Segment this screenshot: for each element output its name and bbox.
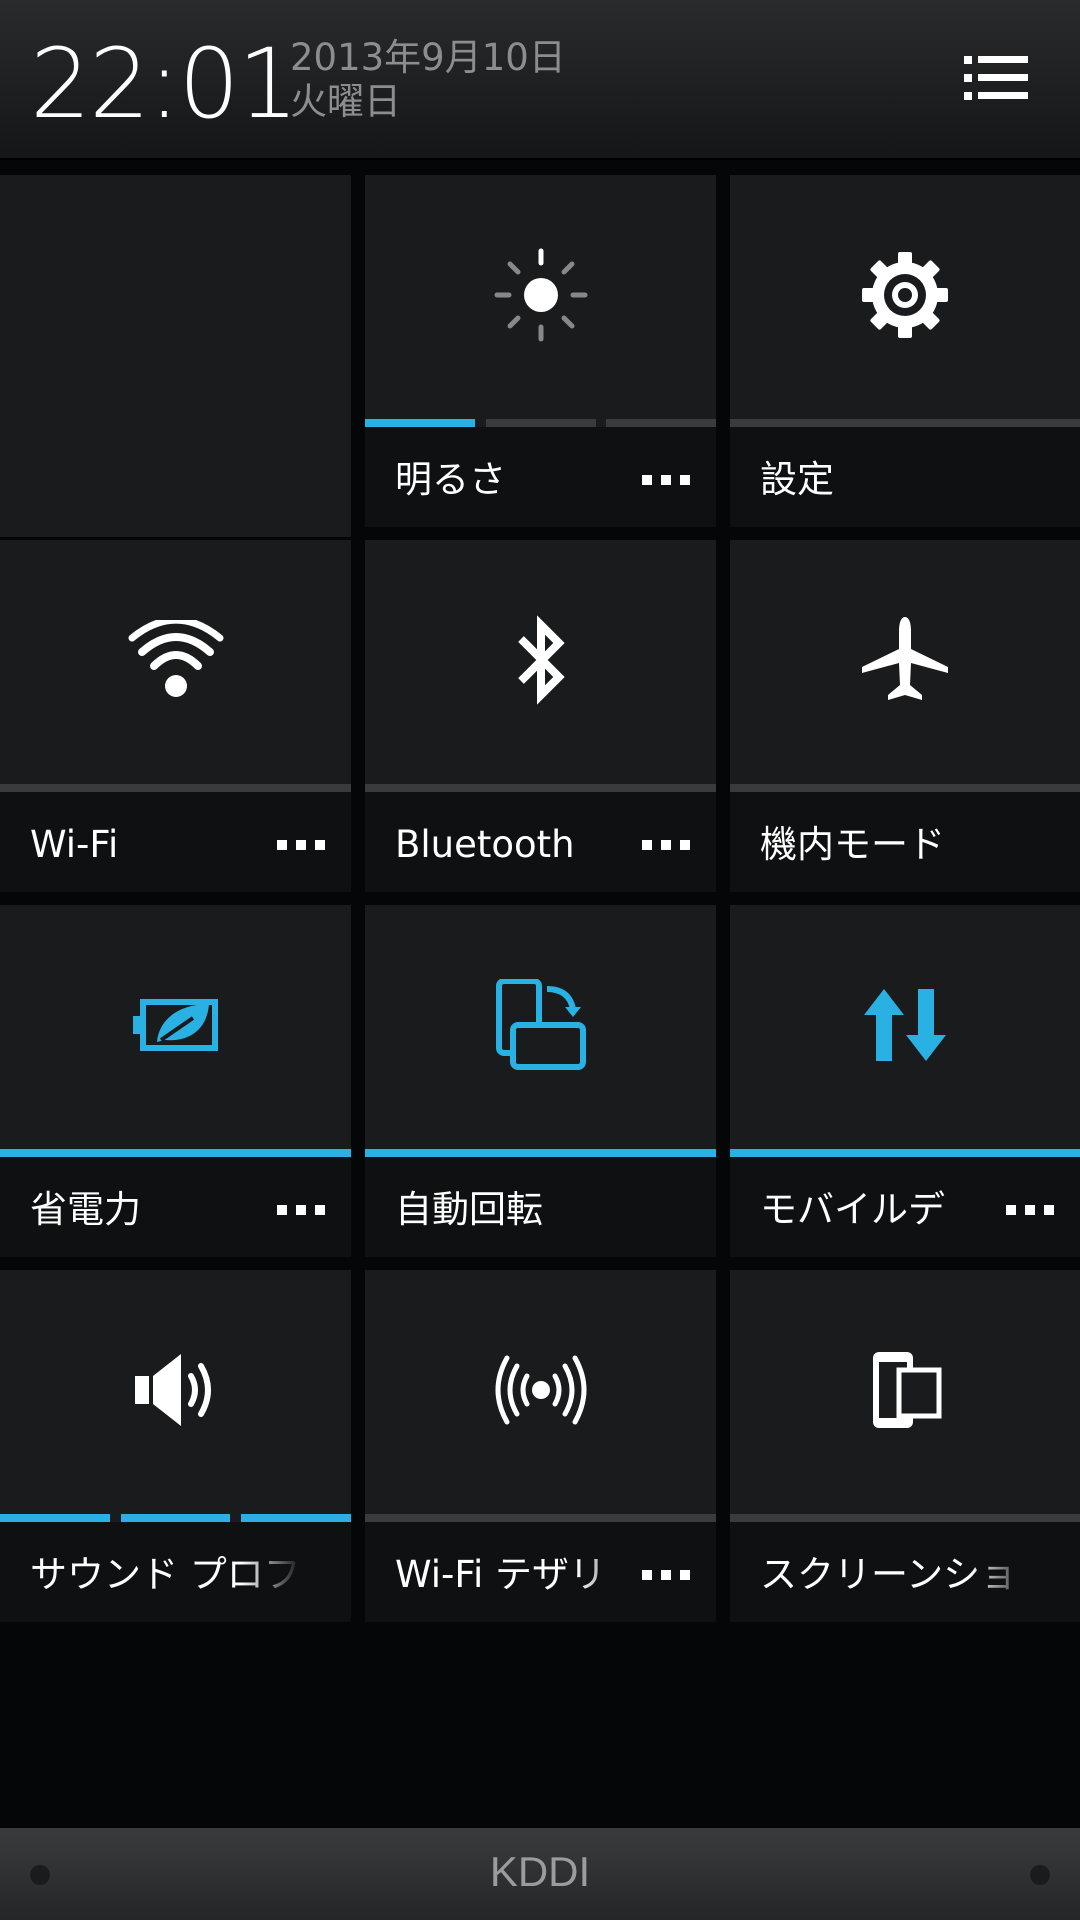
- bluetooth-icon: [511, 615, 571, 709]
- tile-auto-rotate[interactable]: 自動回転: [365, 905, 716, 1257]
- brightness-level-bar: [365, 419, 716, 427]
- clock: 22:01: [30, 28, 299, 140]
- data-arrows-icon: [860, 985, 950, 1069]
- level-segment: [365, 419, 475, 427]
- more-options-button[interactable]: [642, 475, 690, 487]
- tile-label: モバイルデ: [760, 1188, 945, 1231]
- more-options-button[interactable]: [277, 1205, 325, 1217]
- tile-label: 自動回転: [395, 1188, 543, 1231]
- airplane-icon: [860, 615, 950, 709]
- status-bar: [365, 784, 716, 792]
- tile-sound-profile[interactable]: サウンド プロフ: [0, 1270, 351, 1622]
- level-segment: [486, 419, 596, 427]
- brightness-icon: [493, 247, 589, 347]
- status-bar: [730, 1514, 1080, 1522]
- list-icon: [964, 56, 1028, 100]
- tile-label: Wi-Fi テザリ: [395, 1553, 607, 1596]
- tile-airplane-mode[interactable]: 機内モード: [730, 540, 1080, 892]
- tile-label: 設定: [760, 458, 834, 501]
- more-options-button[interactable]: [1006, 1205, 1054, 1217]
- speaker-icon: [131, 1350, 221, 1434]
- tile-brightness[interactable]: 明るさ: [365, 175, 716, 527]
- more-options-button[interactable]: [642, 840, 690, 852]
- tile-wifi-tethering[interactable]: Wi-Fi テザリ: [365, 1270, 716, 1622]
- battery-leaf-icon: [131, 994, 221, 1060]
- tile-label: 明るさ: [395, 458, 506, 501]
- more-options-button[interactable]: [277, 840, 325, 852]
- screenshot-icon: [865, 1348, 945, 1436]
- tile-label: 省電力: [30, 1188, 141, 1231]
- hotspot-icon: [493, 1355, 589, 1429]
- level-segment: [606, 419, 716, 427]
- more-options-button[interactable]: [642, 1570, 690, 1582]
- status-header: 22:01 2013年9月10日 火曜日: [0, 0, 1080, 160]
- status-bar: [730, 784, 1080, 792]
- tile-label: 機内モード: [760, 823, 945, 866]
- wifi-icon: [128, 616, 224, 704]
- tile-label: Wi-Fi: [30, 823, 119, 866]
- status-bar: [730, 1149, 1080, 1157]
- status-bar: [365, 1149, 716, 1157]
- carrier-name: KDDI: [489, 1848, 591, 1895]
- date-block: 2013年9月10日 火曜日: [290, 36, 566, 124]
- level-segment: [121, 1514, 230, 1522]
- tile-settings[interactable]: 設定: [730, 175, 1080, 527]
- status-bar: [0, 1149, 351, 1157]
- status-bar: [365, 1514, 716, 1522]
- empty-tile: [0, 175, 351, 537]
- level-segment: [0, 1514, 110, 1522]
- carrier-bar: KDDI: [0, 1828, 1080, 1920]
- tile-power-saver[interactable]: 省電力: [0, 905, 351, 1257]
- tile-bluetooth[interactable]: Bluetooth: [365, 540, 716, 892]
- tile-wifi[interactable]: Wi-Fi: [0, 540, 351, 892]
- tile-mobile-data[interactable]: モバイルデ: [730, 905, 1080, 1257]
- weekday-text: 火曜日: [290, 80, 401, 123]
- right-indicator-dot: [1030, 1865, 1050, 1885]
- date-text: 2013年9月10日: [290, 36, 566, 79]
- tile-label: Bluetooth: [395, 823, 575, 866]
- tile-screenshot[interactable]: スクリーンショ: [730, 1270, 1080, 1622]
- gear-icon: [860, 250, 950, 344]
- status-bar: [0, 784, 351, 792]
- rotate-icon: [495, 978, 587, 1075]
- sound-level-bar: [0, 1514, 351, 1522]
- status-bar: [730, 419, 1080, 427]
- edit-list-button[interactable]: [958, 44, 1038, 114]
- level-segment: [241, 1514, 351, 1522]
